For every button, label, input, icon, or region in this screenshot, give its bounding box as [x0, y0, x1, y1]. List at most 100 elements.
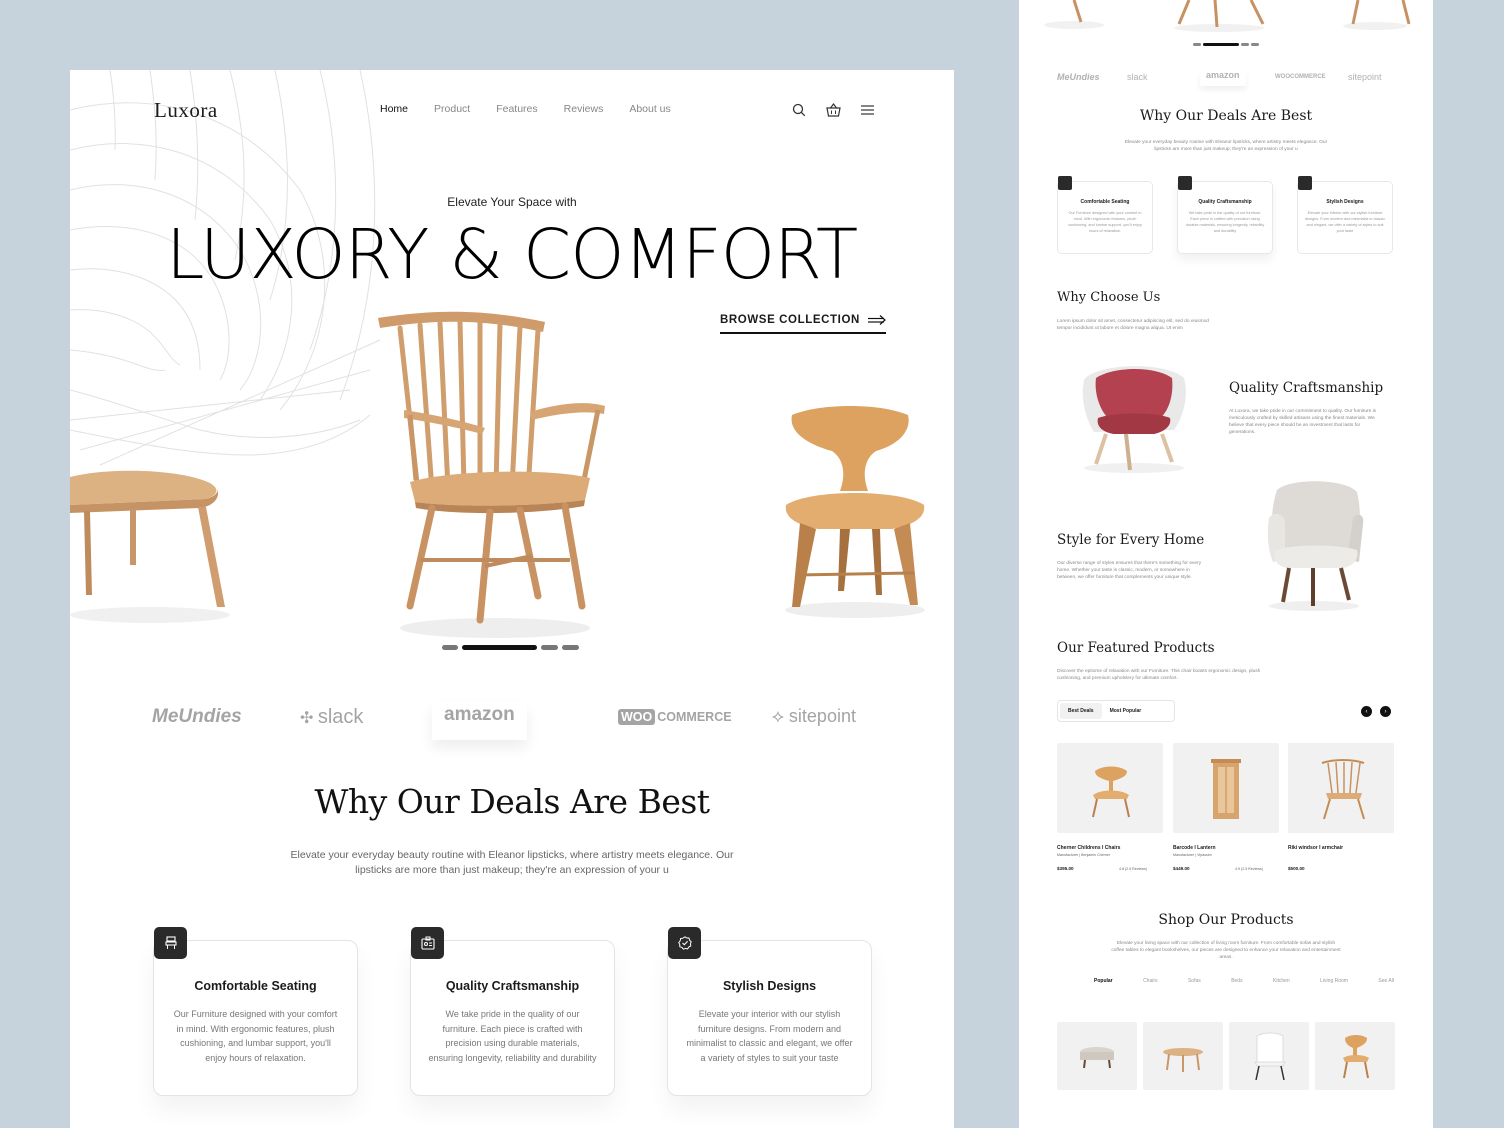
browse-collection-button[interactable]: BROWSE COLLECTION — [720, 314, 886, 334]
badge-icon — [411, 927, 444, 959]
featured-title: Our Featured Products — [1057, 640, 1215, 656]
next-arrow-icon[interactable]: › — [1380, 706, 1391, 717]
brand-woocommerce-small: WOOCOMMERCE — [1275, 74, 1326, 80]
check-seal-icon — [1298, 176, 1312, 190]
slack-icon: ✣ — [300, 710, 318, 727]
product-price: $449.00 — [1173, 866, 1190, 871]
feature-card-quality-craftsmanship: Quality Craftsmanship We take pride in t… — [410, 927, 615, 1096]
nav-product[interactable]: Product — [434, 103, 470, 115]
shop-product-card[interactable] — [1143, 1022, 1223, 1090]
tab-most-popular[interactable]: Most Popular — [1102, 703, 1150, 719]
card-title: Comfortable Seating — [194, 979, 317, 993]
shop-subtitle: Elevate your living space with our colle… — [1111, 941, 1341, 960]
product-card-cherner[interactable] — [1057, 743, 1163, 833]
category-popular[interactable]: Popular — [1094, 978, 1113, 984]
brand-woocommerce: WOO COMMERCE — [618, 709, 732, 725]
nav-features[interactable]: Features — [496, 103, 537, 115]
check-seal-icon — [668, 927, 701, 959]
brand-amazon-small-label: amazon — [1206, 70, 1240, 80]
r-card-text: Elevate your interior with our stylish f… — [1305, 211, 1385, 233]
quality-text: At Luxora, we take pride in our commitme… — [1229, 409, 1377, 435]
r-card-stylish-designs: Stylish Designs Elevate your interior wi… — [1297, 176, 1393, 254]
browse-label: BROWSE COLLECTION — [720, 314, 860, 326]
brand-slack-small: slack — [1127, 72, 1148, 82]
brand-meundies: MeUndies — [152, 706, 242, 727]
seat-icon — [154, 927, 187, 959]
card-title: Stylish Designs — [722, 979, 817, 993]
category-sofas[interactable]: Sofas — [1188, 978, 1201, 984]
ottoman-thumb — [1080, 1047, 1114, 1069]
product-price: $395.00 — [1057, 866, 1074, 871]
basket-icon[interactable] — [824, 101, 842, 119]
brand-logos-small: MeUndies slack amazon WOOCOMMERCE sitepo… — [1019, 62, 1433, 92]
prev-arrow-icon[interactable]: ‹ — [1361, 706, 1372, 717]
r-card-title: Quality Craftsmanship — [1198, 199, 1252, 205]
search-icon[interactable] — [790, 101, 808, 119]
r-deals-subtitle: Elevate your everyday beauty routine wit… — [1124, 140, 1328, 152]
why-choose-subtitle: Lorem ipsum dolor sit amet, consectetur … — [1057, 319, 1209, 331]
stool-image — [70, 470, 230, 623]
deals-title: Why Our Deals Are Best — [314, 782, 710, 821]
product-card-riki[interactable] — [1288, 743, 1394, 833]
r-card-title: Stylish Designs — [1326, 199, 1364, 205]
carousel-indicator — [442, 645, 579, 650]
sitepoint-icon: ⟡ — [772, 706, 784, 726]
product-name: Cherner Childrens I Chairs — [1057, 845, 1121, 851]
menu-icon[interactable] — [858, 101, 876, 119]
style-text: Our diverse range of styles ensures that… — [1057, 561, 1202, 580]
brand-sitepoint: ⟡ sitepoint — [772, 706, 856, 727]
landing-page-full-preview: MeUndies slack amazon WOOCOMMERCE sitepo… — [1019, 0, 1433, 1128]
side-table-thumb — [1163, 1048, 1203, 1072]
brand-logos: MeUndies ✣ slack amazon WOO COMMERCE ⟡ si… — [140, 700, 900, 750]
carousel-dot-2[interactable] — [462, 645, 537, 650]
hero-title: LUXORY & COMFORT — [166, 215, 858, 295]
deals-subtitle: Elevate your everyday beauty routine wit… — [290, 849, 734, 876]
category-living-room[interactable]: Living Room — [1320, 978, 1348, 984]
lantern-thumb — [1211, 759, 1241, 819]
main-nav: Home Product Features Reviews About us — [380, 103, 697, 115]
brand-slack: ✣ slack — [300, 706, 363, 729]
product-rating: 4.8 (2.5 Reviews) — [1119, 867, 1147, 871]
carousel-dot-4[interactable] — [562, 645, 579, 650]
category-chairs[interactable]: Chairs — [1143, 978, 1157, 984]
product-maker: Manufacturer | Benjamin Cherner — [1057, 853, 1111, 857]
quality-title: Quality Craftsmanship — [1229, 380, 1384, 396]
nav-about[interactable]: About us — [629, 103, 670, 115]
r-card-title: Comfortable Seating — [1080, 199, 1130, 205]
r-card-text: Our Furniture designed with your comfort… — [1068, 211, 1142, 233]
category-beds[interactable]: Beds — [1231, 978, 1242, 984]
carousel-dot-1[interactable] — [442, 645, 458, 650]
product-price: $500.00 — [1288, 866, 1305, 871]
nav-reviews[interactable]: Reviews — [564, 103, 604, 115]
product-maker: Manufacturer | Vipassim — [1173, 853, 1212, 857]
category-see-all[interactable]: See All — [1378, 978, 1394, 984]
header-actions — [790, 101, 876, 119]
shop-product-card[interactable] — [1229, 1022, 1309, 1090]
card-text: Our Furniture designed with your comfort… — [173, 1009, 338, 1063]
tab-best-deals[interactable]: Best Deals — [1060, 703, 1102, 719]
nav-home[interactable]: Home — [380, 103, 408, 115]
brand-meundies-small: MeUndies — [1057, 72, 1100, 82]
brand-amazon-label: amazon — [444, 704, 515, 725]
shop-product-card[interactable] — [1057, 1022, 1137, 1090]
r-deals-title: Why Our Deals Are Best — [1139, 108, 1313, 124]
product-card-barcode[interactable] — [1173, 743, 1279, 833]
carousel-dot-3[interactable] — [541, 645, 558, 650]
brand-woocommerce-small-label: COMMERCE — [1290, 74, 1326, 80]
featured-subtitle: Discover the epitome of relaxation with … — [1057, 669, 1261, 681]
brand-woocommerce-label: COMMERCE — [657, 710, 732, 724]
woo-mark: WOO — [618, 709, 656, 725]
landing-page: Luxora Home Product Features Reviews Abo… — [70, 70, 954, 1128]
brand-logo[interactable]: Luxora — [154, 98, 218, 123]
brand-amazon-small: amazon — [1200, 70, 1246, 86]
r-card-text: We take pride in the quality of our furn… — [1185, 211, 1265, 233]
card-text: We take pride in the quality of our furn… — [428, 1009, 597, 1063]
carousel-chairs-preview — [1044, 0, 1411, 46]
white-chair-thumb — [1254, 1032, 1286, 1081]
hero-kicker: Elevate Your Space with — [447, 195, 577, 209]
shop-product-card[interactable] — [1315, 1022, 1395, 1090]
category-kitchen[interactable]: Kitchen — [1273, 978, 1290, 984]
cherner-chair-thumb — [1092, 766, 1130, 818]
style-title: Style for Every Home — [1057, 532, 1205, 548]
badge-icon — [1178, 176, 1192, 190]
